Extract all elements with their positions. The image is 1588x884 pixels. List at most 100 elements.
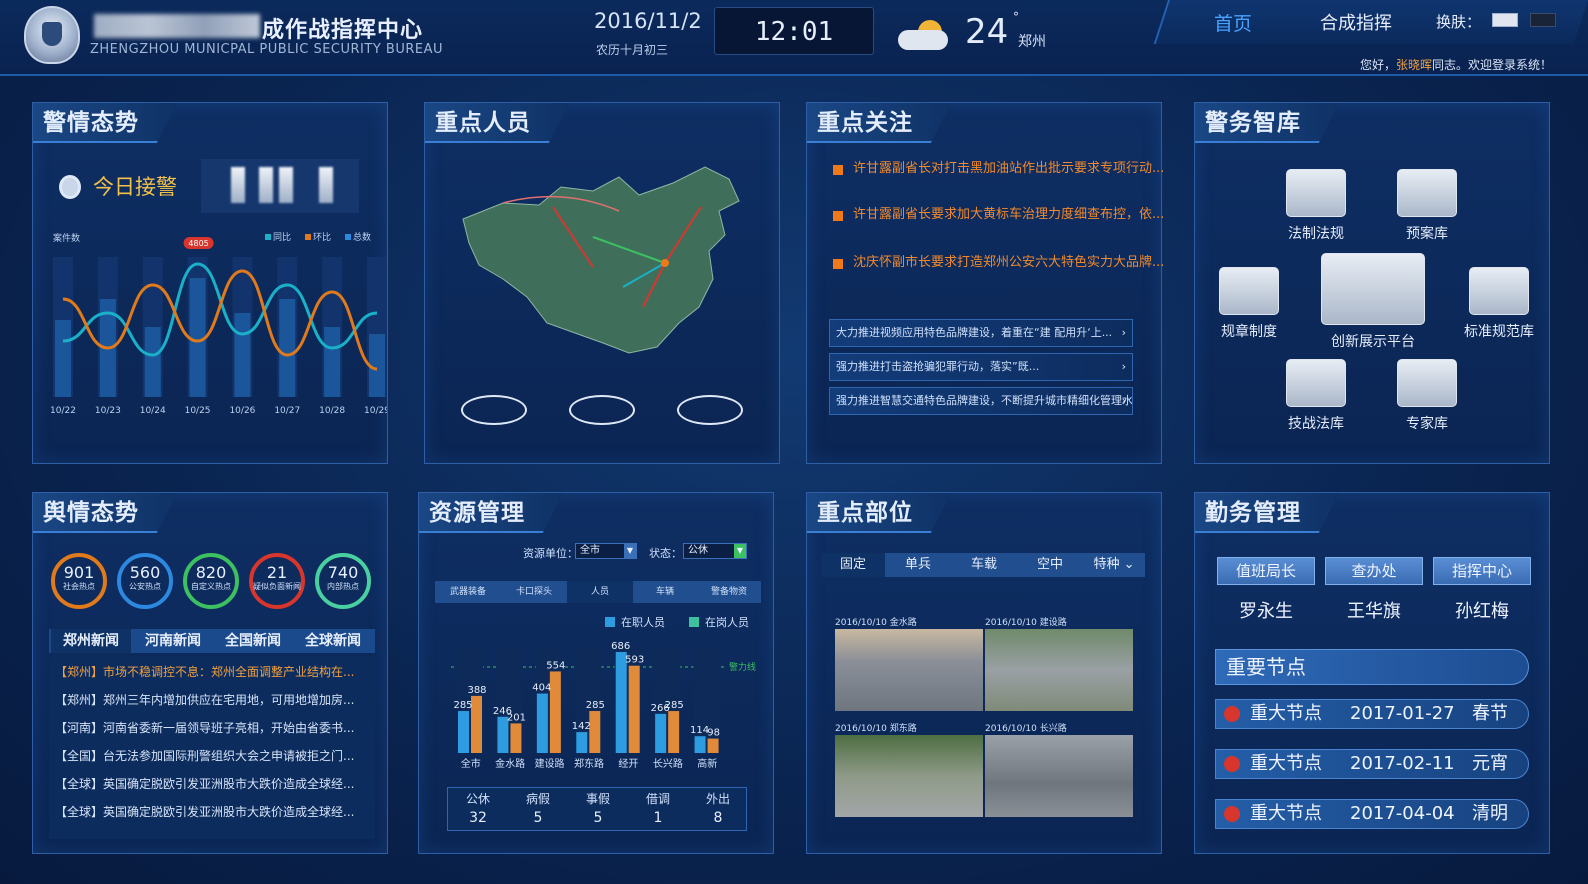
library-item-experts[interactable]: 专家库 xyxy=(1391,359,1463,433)
tab-personnel[interactable]: 人员 xyxy=(567,581,633,603)
police-library-panel: 警务智库 法制法规 预案库 规章制度 创新展示平台 标准规范库 技战法库 专家库 xyxy=(1194,102,1550,464)
duty-role-office[interactable]: 查办处 xyxy=(1325,557,1423,585)
library-item-standards[interactable]: 标准规范库 xyxy=(1457,267,1541,341)
bar-on-staff xyxy=(615,652,627,753)
duty-role-chief[interactable]: 值班局长 xyxy=(1217,557,1315,585)
tab-individual[interactable]: 单兵 xyxy=(885,553,951,577)
skin-light-swatch[interactable] xyxy=(1492,13,1518,27)
tab-zhengzhou-news[interactable]: 郑州新闻 xyxy=(51,629,131,653)
node-item[interactable]: 重大节点 2017-04-04 清明 xyxy=(1215,799,1529,829)
bar-on-duty xyxy=(628,665,640,753)
news-item[interactable]: 【全国】台无法参加国际刑警组织大会之申请被拒之门... xyxy=(55,747,354,764)
nav-home-link[interactable]: 首页 xyxy=(1214,9,1252,36)
x-tick-label: 高新 xyxy=(697,757,717,770)
focus-link[interactable]: 强力推进打击盗抢骗犯罪行动，落实”既... › xyxy=(829,353,1133,381)
tab-vehicles[interactable]: 车辆 xyxy=(633,581,697,603)
news-item[interactable]: 【河南】河南省委新一届领导班子亮相，开始由省委书... xyxy=(55,719,354,736)
x-tick-label: 10/23 xyxy=(95,406,121,416)
blank-folder-icon xyxy=(1321,253,1425,325)
welcome-message: 您好，张晓晖同志。欢迎登录系统！ xyxy=(1360,58,1553,72)
important-nodes-header: 重要节点 xyxy=(1215,649,1529,685)
gears-icon xyxy=(1219,267,1279,315)
bar-value-label: 388 xyxy=(467,685,486,696)
x-tick-label: 10/28 xyxy=(319,406,345,416)
x-tick-label: 全市 xyxy=(461,757,481,770)
panel-title: 资源管理 xyxy=(419,493,563,533)
status-filter-label: 状态： xyxy=(649,547,682,560)
duty-role-command[interactable]: 指挥中心 xyxy=(1433,557,1531,585)
focus-link[interactable]: 大力推进视频应用特色品牌建设，着重在“建 配用升‘上... › xyxy=(829,319,1133,347)
focus-link[interactable]: 强力推进智慧交通特色品牌建设，不断提升城市精细化管理水... › xyxy=(829,387,1133,415)
hotspot-circle[interactable]: 21 疑似负面新闻 xyxy=(249,553,305,609)
news-item[interactable]: 【全球】英国确定脱欧引发亚洲股市大跌价造成全球经... xyxy=(55,803,354,820)
panel-title: 舆情态势 xyxy=(33,493,177,533)
tab-special[interactable]: 特种 ⌄ xyxy=(1083,553,1145,577)
library-item-rules[interactable]: 规章制度 xyxy=(1213,267,1285,341)
camera-feed[interactable]: 2016/10/10 长兴路 xyxy=(985,721,1133,819)
gear-icon xyxy=(1286,169,1346,217)
tab-vehicle[interactable]: 车载 xyxy=(951,553,1017,577)
redacted-title-prefix xyxy=(94,14,260,38)
leave-value: 32 xyxy=(469,810,487,826)
train-icon[interactable] xyxy=(569,395,635,425)
tab-henan-news[interactable]: 河南新闻 xyxy=(133,629,213,653)
today-alarm-label: 今日接警 xyxy=(93,175,177,199)
dropdown-arrow-icon: ▼ xyxy=(624,544,636,558)
bar-value-label: 686 xyxy=(611,641,630,652)
tab-global-news[interactable]: 全球新闻 xyxy=(293,629,373,653)
globe-icon xyxy=(1286,359,1346,407)
panel-title: 警务智库 xyxy=(1195,103,1339,143)
news-item[interactable]: 【全球】英国确定脱欧引发亚洲股市大跌价造成全球经... xyxy=(55,775,354,792)
hotspot-circle[interactable]: 901 社会热点 xyxy=(51,553,107,609)
page-title: 成作战指挥中心 xyxy=(262,18,424,43)
library-item-laws[interactable]: 法制法规 xyxy=(1277,169,1355,243)
hotspot-circle[interactable]: 560 公安热点 xyxy=(117,553,173,609)
news-item[interactable]: 【郑州】市场不稳调控不息：郑州全面调整产业结构在... xyxy=(55,663,354,680)
flag-icon xyxy=(1224,706,1240,722)
bar-value-label: 285 xyxy=(665,700,684,711)
leave-value: 8 xyxy=(713,810,723,826)
tab-supplies[interactable]: 警备物资 xyxy=(697,581,761,603)
china-map-icon[interactable] xyxy=(443,147,763,375)
x-tick-label: 金水路 xyxy=(495,757,525,770)
x-tick-label: 10/24 xyxy=(140,406,166,416)
library-item-plans[interactable]: 预案库 xyxy=(1391,169,1463,243)
tab-national-news[interactable]: 全国新闻 xyxy=(213,629,293,653)
news-item[interactable]: 【郑州】郑州三年内增加供应在宅用地，可用地增加房... xyxy=(55,691,354,708)
library-item-tactics[interactable]: 技战法库 xyxy=(1277,359,1355,433)
x-tick-label: 建设路 xyxy=(535,757,565,770)
leave-header: 事假 xyxy=(585,792,610,806)
camera-feed[interactable]: 2016/10/10 郑东路 xyxy=(835,721,983,819)
bar-value-label: 593 xyxy=(625,655,644,666)
hotspot-circle[interactable]: 740 内部热点 xyxy=(315,553,371,609)
total-bar xyxy=(324,327,341,397)
panel-title: 重点部位 xyxy=(807,493,951,533)
status-select[interactable]: 公休 ▼ xyxy=(683,543,747,559)
bar-on-staff xyxy=(458,711,469,753)
nav-command-link[interactable]: 合成指挥 xyxy=(1320,9,1392,35)
bar-value-label: 554 xyxy=(546,660,565,671)
skin-dark-swatch[interactable] xyxy=(1530,13,1556,27)
tab-weapons[interactable]: 武器装备 xyxy=(435,581,501,603)
focus-item[interactable]: 沈庆怀副市长要求打造郑州公安六大特色实力大品牌... xyxy=(833,255,1169,271)
unit-select[interactable]: 全市 ▼ xyxy=(575,543,637,559)
warning-label: 警力线 xyxy=(729,661,756,673)
resource-management-panel: 资源管理 资源单位： 全市 ▼ 状态： 公休 ▼ 武器装备 卡口探头 人员 车辆 警… xyxy=(418,492,774,854)
focus-item[interactable]: 许甘露副省长对打击黑加油站作出批示要求专项行动... xyxy=(833,161,1169,177)
leave-summary-table: 公休 病假 事假 借调 外出 32 5 5 1 8 xyxy=(447,787,747,831)
hotspot-circle[interactable]: 820 自定义热点 xyxy=(183,553,239,609)
tab-checkpoints[interactable]: 卡口探头 xyxy=(501,581,567,603)
library-item-innovation[interactable]: 创新展示平台 xyxy=(1315,253,1431,351)
tab-fixed[interactable]: 固定 xyxy=(821,553,885,577)
camera-feed[interactable]: 2016/10/10 金水路 xyxy=(835,615,983,713)
tab-aerial[interactable]: 空中 xyxy=(1017,553,1083,577)
node-item[interactable]: 重大节点 2017-01-27 春节 xyxy=(1215,699,1529,729)
airplane-icon[interactable] xyxy=(461,395,527,425)
bus-icon[interactable] xyxy=(677,395,743,425)
focus-item[interactable]: 许甘露副省长要求加大黄标车治理力度细查布控，依... xyxy=(833,207,1169,223)
degree-symbol: ° xyxy=(1013,10,1019,24)
bar-value-label: 98 xyxy=(707,728,720,739)
camera-feed[interactable]: 2016/10/10 建设路 xyxy=(985,615,1133,713)
node-item[interactable]: 重大节点 2017-02-11 元宵 xyxy=(1215,749,1529,779)
leave-value: 5 xyxy=(533,810,543,826)
